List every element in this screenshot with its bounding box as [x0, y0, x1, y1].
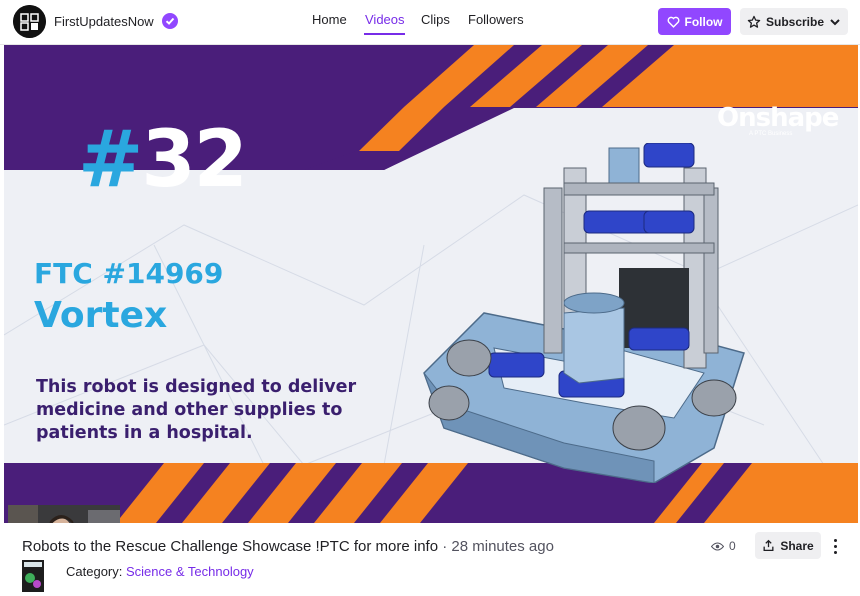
more-dot-icon [833, 538, 837, 542]
category-link[interactable]: Science & Technology [126, 564, 254, 579]
avatar-logo-icon [13, 5, 46, 38]
webcam-overlay [8, 505, 120, 523]
video-title-line: Robots to the Rescue Challenge Showcase … [22, 538, 554, 555]
channel-avatar[interactable] [13, 5, 46, 38]
star-icon [747, 15, 761, 28]
share-button[interactable]: Share [755, 532, 821, 559]
share-icon [763, 539, 774, 552]
video-player[interactable]: #32 FTC #14969 Vortex This robot is desi… [4, 45, 858, 523]
video-title: Robots to the Rescue Challenge Showcase … [22, 538, 439, 555]
heart-icon [667, 16, 679, 28]
category-box-art-image [22, 560, 44, 592]
time-ago: 28 minutes ago [451, 538, 554, 555]
subscribe-label: Subscribe [765, 14, 825, 29]
tab-videos[interactable]: Videos [365, 12, 405, 27]
active-tab-indicator [364, 33, 405, 35]
robot-description: This robot is designed to deliver medici… [36, 377, 357, 443]
showcase-number: #32 [78, 115, 248, 205]
robot-render-image [423, 143, 745, 483]
tab-clips[interactable]: Clips [421, 12, 450, 27]
share-label: Share [780, 538, 814, 553]
tab-followers[interactable]: Followers [468, 12, 524, 27]
view-count: 0 [711, 539, 736, 553]
channel-header: FirstUpdatesNow Home Videos Clips Follow… [0, 0, 860, 45]
verified-badge-icon [162, 13, 178, 29]
more-dot-icon [833, 550, 837, 554]
view-count-value: 0 [729, 539, 736, 553]
robot-name: Vortex [34, 295, 168, 336]
team-number: FTC #14969 [34, 257, 224, 290]
category-label: Category: [66, 564, 123, 579]
follow-label: Follow [684, 14, 723, 29]
more-options-button[interactable] [828, 534, 842, 558]
tab-home[interactable]: Home [312, 12, 347, 27]
sponsor-logo: Onshape [717, 103, 839, 133]
more-dot-icon [833, 544, 837, 548]
category-thumbnail[interactable] [22, 560, 44, 592]
subscribe-button[interactable]: Subscribe [740, 8, 848, 35]
sponsor-tagline: A PTC Business [749, 131, 793, 137]
channel-name[interactable]: FirstUpdatesNow [54, 14, 154, 29]
showcase-number-value: 32 [141, 115, 248, 205]
follow-button[interactable]: Follow [658, 8, 731, 35]
chevron-down-icon [830, 18, 840, 25]
title-separator: · [438, 538, 452, 555]
eye-icon [711, 542, 724, 550]
category-line: Category: Science & Technology [66, 564, 254, 579]
showcase-number-hash: # [78, 115, 143, 205]
streamer-image [8, 505, 120, 523]
